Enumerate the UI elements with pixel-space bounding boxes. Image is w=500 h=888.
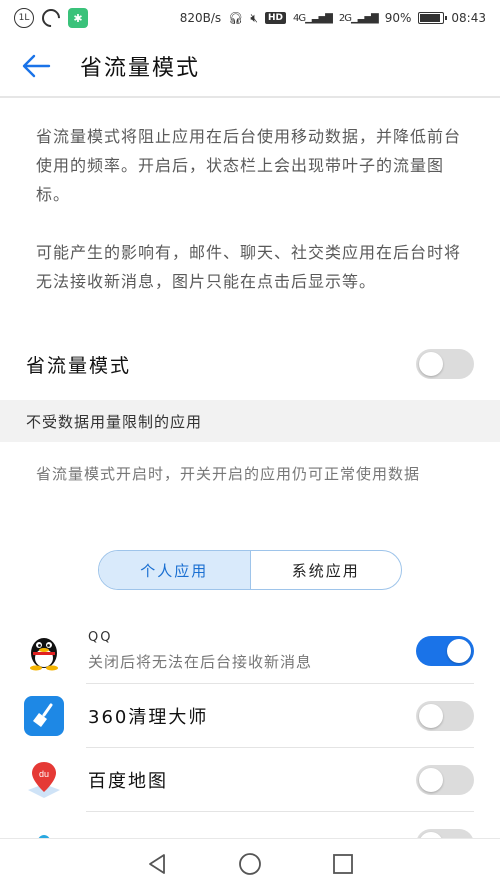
- toggle-knob: [419, 352, 443, 376]
- app-notification-icon: ✱: [68, 8, 88, 28]
- tab-personal-apps[interactable]: 个人应用: [99, 551, 251, 589]
- app-row-baidu-map[interactable]: du 百度地图: [0, 748, 500, 812]
- qq-icon: [24, 631, 64, 671]
- main-content: 省流量模式将阻止应用在后台使用移动数据，并降低前台使用的频率。开启后，状态栏上会…: [0, 98, 500, 859]
- 360-cleaner-toggle[interactable]: [416, 701, 474, 731]
- battery-icon: [418, 12, 448, 24]
- svg-text:du: du: [39, 769, 49, 779]
- app-name: 百度地图: [88, 771, 168, 792]
- map-pin-icon: du: [24, 760, 64, 800]
- baidu-map-toggle[interactable]: [416, 765, 474, 795]
- hd-icon: HD: [264, 12, 286, 24]
- description-paragraph-1: 省流量模式将阻止应用在后台使用移动数据，并降低前台使用的频率。开启后，状态栏上会…: [36, 127, 462, 204]
- signal-icon-2: 2G▁▃▅▇: [338, 12, 379, 24]
- notification-icon: 1L: [14, 8, 34, 28]
- toggle-knob: [419, 704, 443, 728]
- data-saver-description: 省流量模式将阻止应用在后台使用移动数据，并降低前台使用的频率。开启后，状态栏上会…: [0, 98, 500, 296]
- arrow-left-icon: [22, 54, 51, 78]
- qq-text: QQ 关闭后将无法在后台接收新消息: [88, 630, 416, 672]
- app-subtitle: 关闭后将无法在后台接收新消息: [88, 653, 313, 671]
- app-row-360-cleaner[interactable]: 360清理大师: [0, 684, 500, 748]
- status-right-icons: 820B/s 🎧︎ 🔇︎ HD 4G▁▃▅▇ 2G▁▃▅▇ 90% 08:43: [180, 11, 486, 26]
- app-name: QQ: [88, 630, 113, 645]
- headphones-icon: 🎧︎: [228, 11, 244, 25]
- triangle-back-icon: [148, 853, 165, 874]
- signal-icon-1: 4G▁▃▅▇: [292, 12, 333, 24]
- toggle-knob: [447, 639, 471, 663]
- tab-system-apps[interactable]: 系统应用: [251, 551, 402, 589]
- baidu-map-text: 百度地图: [88, 767, 416, 793]
- title-bar: 省流量模式: [0, 36, 500, 98]
- back-button[interactable]: [0, 35, 72, 97]
- app-name: 360清理大师: [88, 707, 209, 728]
- status-bar: 1L ✱ 820B/s 🎧︎ 🔇︎ HD 4G▁▃▅▇ 2G▁▃▅▇ 90% 0…: [0, 0, 500, 36]
- battery-percent: 90%: [384, 11, 412, 25]
- nav-home-button[interactable]: [230, 844, 270, 884]
- broom-icon: [24, 696, 64, 736]
- nav-back-button[interactable]: [137, 844, 177, 884]
- qq-toggle[interactable]: [416, 636, 474, 666]
- navigation-bar: [0, 838, 500, 888]
- page-title: 省流量模式: [80, 56, 201, 81]
- data-saver-row[interactable]: 省流量模式: [0, 330, 500, 398]
- circle-home-icon: [239, 852, 261, 875]
- nav-recents-button[interactable]: [323, 844, 363, 884]
- 360-cleaner-text: 360清理大师: [88, 703, 416, 729]
- toggle-knob: [419, 768, 443, 792]
- square-recents-icon: [333, 853, 354, 874]
- sync-icon: [38, 5, 64, 31]
- data-saver-toggle[interactable]: [416, 349, 474, 379]
- clock: 08:43: [451, 11, 486, 25]
- network-speed: 820B/s: [179, 11, 222, 25]
- unrestricted-apps-header: 不受数据用量限制的应用: [0, 400, 500, 442]
- unrestricted-apps-description: 省流量模式开启时，开关开启的应用仍可正常使用数据: [36, 465, 421, 483]
- status-left-icons: 1L ✱: [14, 5, 88, 31]
- data-saver-label: 省流量模式: [26, 354, 132, 377]
- description-paragraph-2: 可能产生的影响有，邮件、聊天、社交类应用在后台时将无法接收新消息，图片只能在点击…: [36, 243, 462, 291]
- app-type-tabs: 个人应用 系统应用: [98, 550, 402, 590]
- mute-icon: 🔇︎: [250, 10, 258, 25]
- app-row-qq[interactable]: QQ 关闭后将无法在后台接收新消息: [0, 618, 500, 684]
